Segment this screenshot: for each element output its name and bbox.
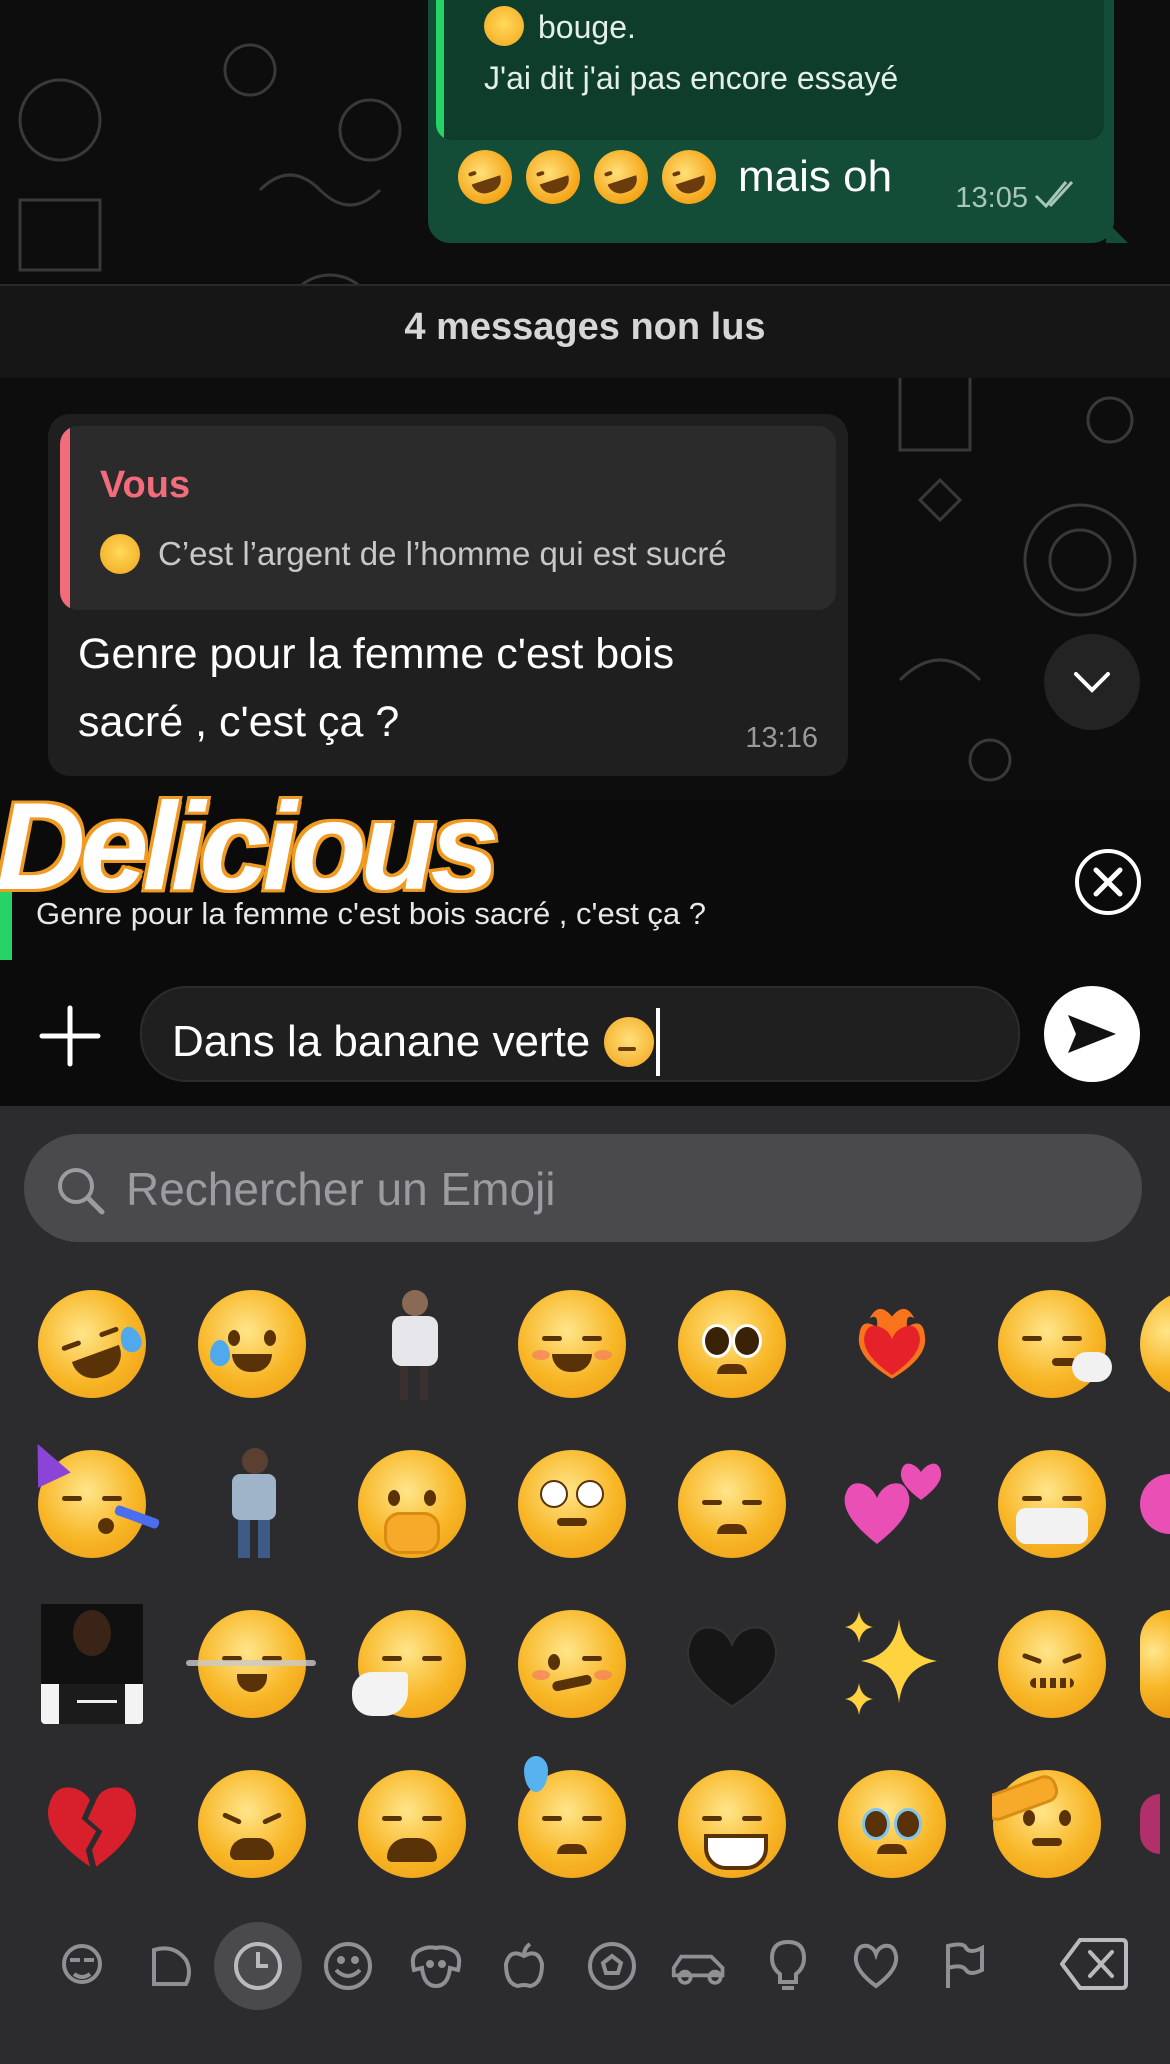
food-tab[interactable]: [494, 1936, 554, 1996]
dog-icon: [410, 1945, 462, 1989]
send-button[interactable]: [1044, 986, 1140, 1082]
weary-emoji[interactable]: [352, 1764, 472, 1884]
memoji-tab[interactable]: [52, 1936, 112, 1996]
sticker-moon-icon: [152, 1946, 191, 1986]
lightbulb-icon: [769, 1939, 807, 1990]
downcast-sweat-emoji[interactable]: [512, 1756, 632, 1884]
soccer-ball-icon: [588, 1942, 636, 1990]
smileys-tab[interactable]: [318, 1936, 378, 1996]
quote-line-2: J'ai dit j'ai pas encore essayé: [484, 60, 899, 96]
partial-emoji[interactable]: [1140, 1604, 1170, 1724]
activity-tab[interactable]: [582, 1936, 642, 1996]
travel-tab[interactable]: [670, 1936, 730, 1996]
message-input-text: Dans la banane verte: [172, 1017, 591, 1066]
unread-messages-label: 4 messages non lus: [404, 306, 766, 348]
outgoing-message-time: 13:05: [955, 182, 1028, 214]
rofl-emoji: [586, 142, 656, 212]
hand-over-mouth-emoji[interactable]: [352, 1444, 472, 1564]
search-icon: [58, 1168, 105, 1215]
flags-tab[interactable]: [934, 1936, 994, 1996]
animals-tab[interactable]: [406, 1936, 466, 1996]
car-icon: [671, 1954, 725, 1985]
message-composer: Dans la banane verte: [0, 968, 1170, 1106]
incoming-message-time: 13:16: [745, 722, 818, 754]
recent-tab[interactable]: [214, 1922, 302, 2010]
flag-icon: [946, 1942, 984, 1988]
relaxed-emoji[interactable]: [512, 1284, 632, 1404]
partying-emoji[interactable]: [21, 1436, 161, 1564]
send-icon: [1068, 1015, 1116, 1053]
close-reply-icon[interactable]: [1074, 848, 1142, 916]
read-double-check-icon: [1034, 180, 1074, 209]
quote-text: C’est l’argent de l’homme qui est sucré: [158, 535, 727, 572]
bubble-tail: [1106, 221, 1128, 243]
quote-accent-bar: [60, 426, 70, 610]
tired-emoji[interactable]: [192, 1764, 312, 1884]
relieved-wind-emoji[interactable]: [186, 1604, 316, 1724]
person-sticker-2[interactable]: [192, 1444, 312, 1564]
text-caret: [656, 1008, 661, 1076]
mask-emoji[interactable]: [992, 1444, 1112, 1564]
person-sticker-1[interactable]: [352, 1284, 472, 1404]
heart-icon: [853, 1943, 899, 1989]
black-heart-emoji[interactable]: [672, 1604, 792, 1724]
message-input[interactable]: Dans la banane verte: [140, 986, 1116, 1082]
rolling-eyes-emoji[interactable]: [512, 1444, 632, 1564]
outgoing-quoted-message[interactable]: bouge. J'ai dit j'ai pas encore essayé: [436, 0, 1104, 140]
emoji-category-tabs: [0, 1914, 1170, 2024]
woozy-emoji[interactable]: [512, 1604, 632, 1724]
stickers-tab[interactable]: [140, 1936, 200, 1996]
rofl-emoji: [518, 142, 588, 212]
reply-preview: Delicious Genre pour la femme c'est bois…: [0, 775, 1170, 968]
smiling-tear-emoji[interactable]: [192, 1284, 312, 1404]
symbols-tab[interactable]: [846, 1936, 906, 1996]
rofl-emoji: [450, 142, 520, 212]
sneezing-emoji[interactable]: [352, 1604, 472, 1724]
emoji-keyboard: [0, 1106, 1170, 2064]
face-exhaling-emoji: [604, 1017, 655, 1067]
apple-icon: [503, 1942, 545, 1989]
relieved-emoji: [100, 534, 140, 574]
sparkles-emoji[interactable]: [832, 1604, 952, 1724]
incoming-message-text: Genre pour la femme c'est bois sacré , c…: [78, 630, 675, 746]
outgoing-message-line: mais oh: [450, 142, 893, 212]
quote-accent-bar: [436, 0, 444, 140]
chat-area[interactable]: bouge. J'ai dit j'ai pas encore essayé m…: [0, 0, 1170, 800]
pensive-emoji[interactable]: [672, 1444, 792, 1564]
reply-preview-text: Genre pour la femme c'est bois sacré , c…: [36, 896, 707, 931]
rofl-emoji[interactable]: [22, 1284, 162, 1414]
partial-emoji[interactable]: [1140, 1284, 1170, 1404]
quote-author: Vous: [100, 464, 191, 506]
memoji-icon: [62, 1944, 102, 1984]
heart-on-fire-emoji[interactable]: [832, 1284, 952, 1404]
objects-tab[interactable]: [758, 1936, 818, 1996]
two-hearts-emoji[interactable]: [832, 1444, 952, 1564]
partial-emoji[interactable]: [1140, 1444, 1170, 1564]
photo-sticker[interactable]: [32, 1604, 152, 1724]
laughing-emoji[interactable]: [672, 1764, 792, 1884]
plus-icon[interactable]: [38, 1004, 102, 1068]
rofl-emoji: [654, 142, 724, 212]
emoji-search-input[interactable]: [124, 1156, 1088, 1222]
scroll-to-bottom-button[interactable]: [1044, 634, 1140, 730]
emoji-search-bar[interactable]: [24, 1134, 1142, 1242]
quote-line-1: bouge.: [538, 9, 636, 45]
chevron-down-icon: [1074, 672, 1110, 693]
incoming-message[interactable]: Vous C’est l’argent de l’homme qui est s…: [48, 414, 848, 776]
pleading-emoji[interactable]: [672, 1284, 792, 1404]
outgoing-message[interactable]: bouge. J'ai dit j'ai pas encore essayé m…: [428, 0, 1128, 243]
outgoing-message-text: mais oh: [738, 152, 893, 201]
backspace-icon[interactable]: [1060, 1936, 1128, 1992]
smiley-icon: [324, 1942, 372, 1990]
clock-icon: [234, 1942, 282, 1990]
partial-emoji[interactable]: [1140, 1764, 1170, 1884]
joy-emoji: [484, 6, 524, 46]
incoming-quoted-message[interactable]: Vous C’est l’argent de l’homme qui est s…: [60, 426, 836, 610]
holding-tears-emoji[interactable]: [832, 1764, 952, 1884]
saluting-emoji[interactable]: [992, 1764, 1102, 1884]
face-exhaling-emoji[interactable]: [992, 1284, 1112, 1404]
emoji-grid: [0, 1284, 1170, 1996]
broken-heart-emoji[interactable]: [32, 1764, 152, 1884]
confounded-emoji[interactable]: [992, 1604, 1112, 1724]
